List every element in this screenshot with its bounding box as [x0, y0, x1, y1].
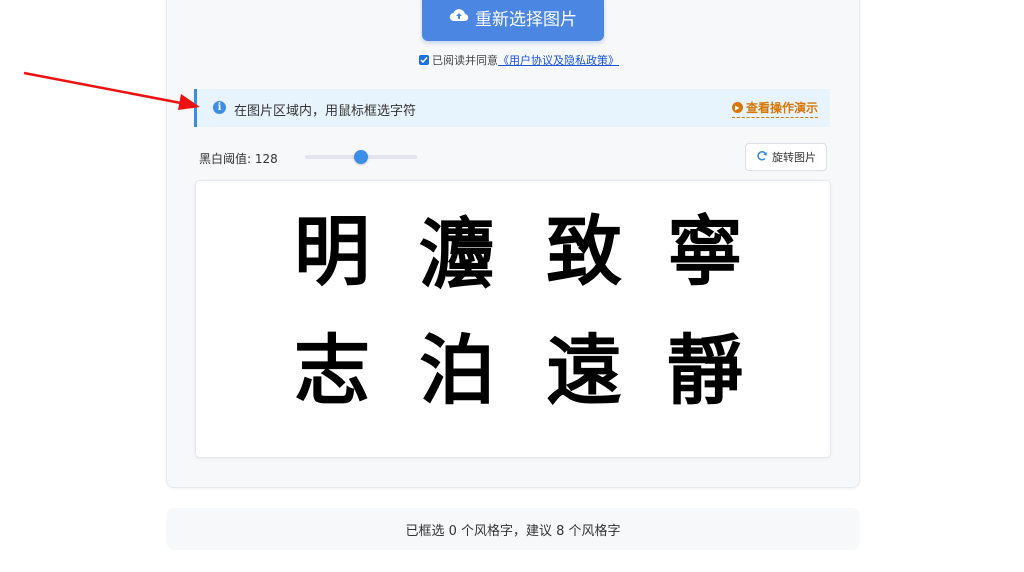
cloud-upload-icon [449, 7, 469, 28]
reselect-image-label: 重新选择图片 [475, 10, 577, 30]
calligraphy-char: 寧 [667, 207, 743, 296]
selection-status-text: 已框选 0 个风格字，建议 8 个风格字 [405, 523, 621, 539]
calligraphy-char: 致 [546, 207, 622, 296]
view-demo-link[interactable]: 查看操作演示 [731, 99, 818, 118]
rotate-icon [756, 150, 768, 165]
threshold-slider[interactable] [305, 150, 417, 164]
agreement-link[interactable]: 《用户协议及隐私政策》 [498, 52, 619, 68]
selection-status-bar: 已框选 0 个风格字，建议 8 个风格字 [166, 508, 860, 550]
calligraphy-char: 灋 [419, 210, 495, 299]
info-icon: i [213, 101, 226, 114]
threshold-label: 黑白阈值: 128 [199, 152, 278, 166]
agreement-text: 已阅读并同意 [432, 54, 498, 67]
agreement-row: 已阅读并同意 《用户协议及隐私政策》 [419, 53, 619, 67]
play-icon [731, 102, 743, 113]
info-text: 在图片区域内，用鼠标框选字符 [234, 104, 417, 119]
calligraphy-char: 明 [294, 207, 370, 296]
rotate-image-label: 旋转图片 [772, 151, 816, 164]
threshold-slider-fill [305, 155, 362, 159]
view-demo-label: 查看操作演示 [745, 101, 818, 115]
reselect-image-button[interactable]: 重新选择图片 [422, 0, 604, 41]
rotate-image-button[interactable]: 旋转图片 [745, 143, 827, 171]
info-alert: i 在图片区域内，用鼠标框选字符 查看操作演示 [194, 89, 830, 127]
image-canvas[interactable]: 明 灋 致 寧 志 泊 遠 靜 [195, 180, 831, 458]
calligraphy-char: 志 [294, 326, 370, 415]
calligraphy-char: 泊 [419, 326, 495, 415]
calligraphy-char: 靜 [667, 326, 743, 415]
agreement-checkbox[interactable] [419, 55, 429, 65]
calligraphy-char: 遠 [546, 326, 622, 415]
